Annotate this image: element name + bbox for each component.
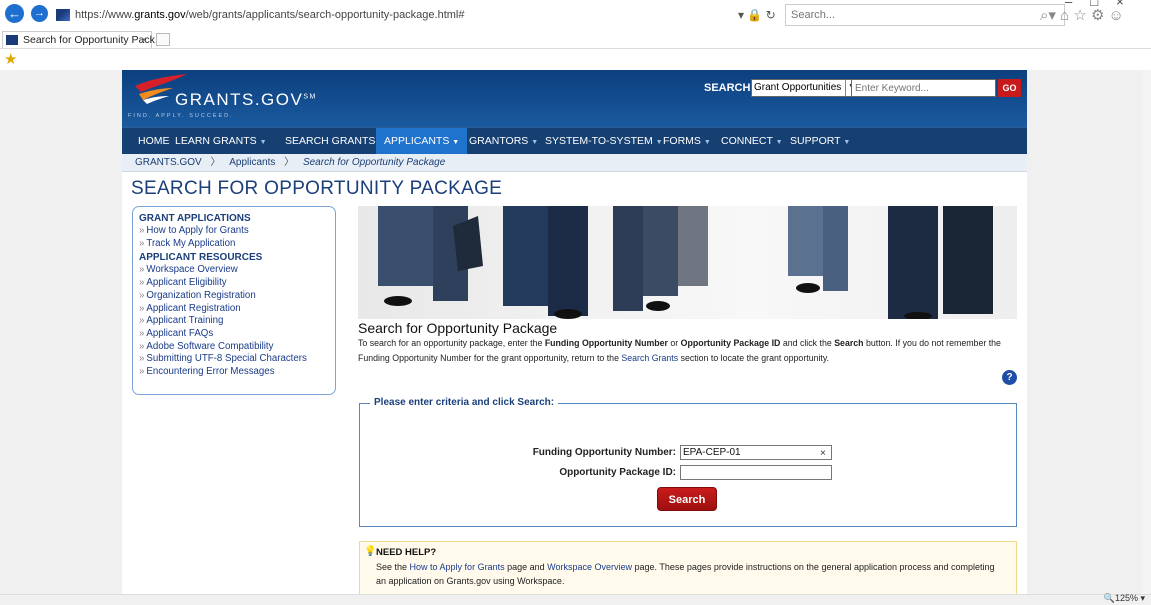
tab-strip: Search for Opportunity Pack... × — [0, 30, 1151, 49]
breadcrumb-current: Search for Opportunity Package — [302, 157, 446, 168]
search-button[interactable]: Search — [657, 487, 717, 511]
search-criteria-form: Please enter criteria and click Search: … — [359, 397, 1017, 527]
page-title: SEARCH FOR OPPORTUNITY PACKAGE — [131, 178, 503, 199]
site-search-label: SEARCH: — [704, 82, 755, 94]
status-bar: 🔍125% ▾ — [0, 593, 1151, 605]
breadcrumb-separator: 〉 — [210, 157, 221, 168]
walking-people-illustration — [378, 206, 993, 319]
window-controls[interactable]: –□× — [1065, 0, 1142, 9]
menu-connect[interactable]: CONNECT ▼ — [713, 128, 791, 154]
site-tagline: FIND. APPLY. SUCCEED. — [128, 113, 234, 119]
sidebar-link-utf8-characters[interactable]: » Submitting UTF-8 Special Characters — [139, 353, 329, 366]
zoom-level[interactable]: 🔍125% ▾ — [1104, 593, 1145, 604]
menu-forms[interactable]: FORMS ▼ — [655, 128, 719, 154]
help-icon[interactable]: ? — [1002, 370, 1017, 385]
need-help-box: 💡 NEED HELP? See the How to Apply for Gr… — [359, 541, 1017, 594]
sidebar-link-how-to-apply[interactable]: » How to Apply for Grants — [139, 225, 329, 238]
fon-label: Funding Opportunity Number: — [532, 447, 676, 458]
content-instructions: To search for an opportunity package, en… — [358, 338, 1001, 363]
menu-learn-grants[interactable]: LEARN GRANTS ▼ — [167, 128, 275, 154]
sidebar-link-applicant-eligibility[interactable]: » Applicant Eligibility — [139, 277, 329, 290]
breadcrumb-applicants[interactable]: Applicants — [229, 157, 275, 168]
menu-system-to-system[interactable]: SYSTEM-TO-SYSTEM ▼ — [537, 128, 671, 154]
sidebar-link-organization-registration[interactable]: » Organization Registration — [139, 290, 329, 303]
forward-button[interactable]: → — [31, 5, 48, 22]
address-bar: ← → https://www.grants.gov/web/grants/ap… — [0, 0, 1151, 30]
sidebar-link-track-application[interactable]: » Track My Application — [139, 238, 329, 251]
sidebar-link-workspace-overview[interactable]: » Workspace Overview — [139, 264, 329, 277]
breadcrumb-home[interactable]: GRANTS.GOV — [135, 157, 202, 168]
vertical-scrollbar[interactable] — [1142, 70, 1151, 594]
address-bar-icons[interactable]: ▾ 🔒 ↻ — [738, 8, 776, 22]
sidebar-nav: GRANT APPLICATIONS » How to Apply for Gra… — [132, 206, 336, 395]
sidebar-link-applicant-faqs[interactable]: » Applicant FAQs — [139, 328, 329, 341]
need-help-text: See the How to Apply for Grants page and… — [376, 562, 995, 586]
fon-input[interactable] — [680, 445, 832, 460]
criteria-legend: Please enter criteria and click Search: — [370, 397, 559, 408]
site-header: GRANTS.GOVSM FIND. APPLY. SUCCEED. SEARC… — [122, 70, 1027, 127]
sidebar-link-applicant-registration[interactable]: » Applicant Registration — [139, 303, 329, 316]
sidebar-heading-grant-applications: GRANT APPLICATIONS — [139, 213, 251, 224]
search-grants-link[interactable]: Search Grants — [621, 353, 678, 363]
menu-support[interactable]: SUPPORT ▼ — [782, 128, 858, 154]
tab-favicon-icon — [6, 35, 18, 45]
search-category-select[interactable]: Grant Opportunities ▼ — [751, 79, 860, 97]
menu-search-grants[interactable]: SEARCH GRANTS — [277, 128, 383, 154]
page-viewport: GRANTS.GOVSM FIND. APPLY. SUCCEED. SEARC… — [0, 70, 1151, 594]
back-button[interactable]: ← — [5, 4, 24, 23]
workspace-overview-link[interactable]: Workspace Overview — [547, 562, 632, 572]
new-tab-button[interactable] — [156, 33, 170, 46]
breadcrumb: GRANTS.GOV 〉 Applicants 〉 Search for Opp… — [122, 154, 1027, 172]
favorites-star-icon[interactable]: ★ — [4, 50, 17, 68]
main-menu: HOME LEARN GRANTS ▼ SEARCH GRANTS APPLIC… — [122, 127, 1027, 154]
sidebar-link-adobe-compatibility[interactable]: » Adobe Software Compatibility — [139, 341, 329, 354]
favorites-bar: ★ — [0, 49, 1151, 70]
sidebar-link-applicant-training[interactable]: » Applicant Training — [139, 315, 329, 328]
need-help-title: NEED HELP? — [376, 547, 437, 558]
lightbulb-icon: 💡 — [364, 546, 377, 557]
clear-input-icon[interactable]: × — [820, 448, 826, 459]
tab-close-icon[interactable]: × — [141, 32, 147, 49]
sidebar-link-error-messages[interactable]: » Encountering Error Messages — [139, 366, 329, 379]
sidebar-heading-applicant-resources: APPLICANT RESOURCES — [139, 252, 263, 264]
site-keyword-input[interactable] — [851, 79, 996, 97]
url-field[interactable]: https://www.grants.gov/web/grants/applic… — [75, 9, 465, 21]
content-title: Search for Opportunity Package — [358, 320, 558, 336]
package-id-input[interactable] — [680, 465, 832, 480]
menu-grantors[interactable]: GRANTORS ▼ — [461, 128, 546, 154]
browser-search-input[interactable] — [785, 4, 1065, 26]
how-to-apply-link[interactable]: How to Apply for Grants — [410, 562, 505, 572]
go-button[interactable]: GO — [998, 79, 1021, 97]
grants-page: GRANTS.GOVSM FIND. APPLY. SUCCEED. SEARC… — [122, 70, 1027, 594]
menu-applicants[interactable]: APPLICANTS ▼ — [376, 128, 468, 154]
browser-tab[interactable]: Search for Opportunity Pack... × — [2, 31, 164, 49]
site-logo[interactable]: GRANTS.GOVSM — [175, 90, 317, 110]
site-favicon-icon — [56, 9, 70, 21]
package-id-label: Opportunity Package ID: — [559, 467, 676, 478]
hero-banner-image — [358, 206, 1017, 319]
breadcrumb-separator: 〉 — [284, 157, 295, 168]
